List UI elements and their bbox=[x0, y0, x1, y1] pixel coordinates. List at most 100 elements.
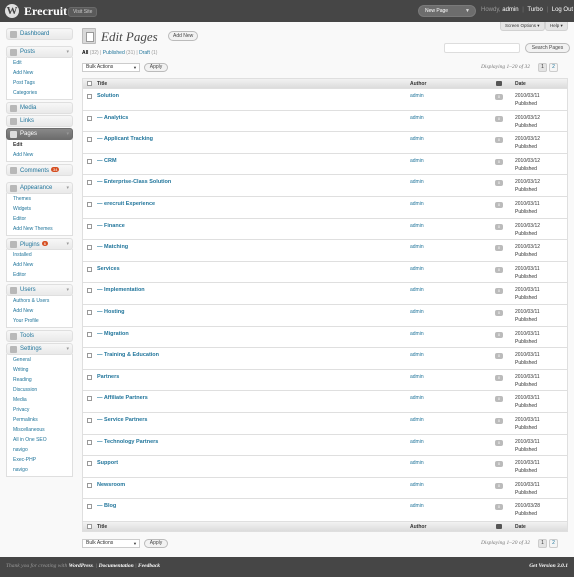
row-checkbox[interactable] bbox=[87, 115, 92, 121]
comment-count-bubble-icon[interactable]: 0 bbox=[495, 137, 503, 144]
submenu-item-exec-php[interactable]: Exec-PHP bbox=[7, 455, 72, 465]
menu-settings[interactable]: Settings ▾ bbox=[6, 343, 73, 355]
submenu-item-add-new-plugin[interactable]: Add New bbox=[7, 260, 72, 270]
comment-count-bubble-icon[interactable]: 0 bbox=[495, 374, 503, 381]
author-link[interactable]: admin bbox=[410, 374, 424, 380]
logout-link[interactable]: Log Out bbox=[552, 7, 573, 13]
row-checkbox[interactable] bbox=[87, 266, 92, 272]
author-link[interactable]: admin bbox=[410, 244, 424, 250]
comment-count-bubble-icon[interactable]: 0 bbox=[495, 201, 503, 208]
footer-version[interactable]: Get Version 3.0.1 bbox=[529, 563, 568, 569]
documentation-link[interactable]: Documentation bbox=[99, 563, 134, 569]
user-profile-link[interactable]: admin bbox=[502, 7, 518, 13]
comment-count-bubble-icon[interactable]: 0 bbox=[495, 309, 503, 316]
chevron-down-icon[interactable]: ▾ bbox=[66, 49, 69, 55]
visit-site-button[interactable]: Visit Site bbox=[68, 7, 98, 17]
submenu-item-media-settings[interactable]: Media bbox=[7, 395, 72, 405]
wordpress-link[interactable]: WordPress bbox=[69, 563, 93, 569]
menu-links[interactable]: Links bbox=[6, 115, 73, 127]
submenu-item-editor[interactable]: Editor bbox=[7, 214, 72, 224]
author-link[interactable]: admin bbox=[410, 93, 424, 99]
chevron-down-icon[interactable]: ▾ bbox=[66, 241, 69, 247]
submenu-item-reading[interactable]: Reading bbox=[7, 375, 72, 385]
row-checkbox[interactable] bbox=[87, 374, 92, 380]
comment-count-bubble-icon[interactable]: 0 bbox=[495, 504, 503, 511]
submenu-item-general[interactable]: General bbox=[7, 355, 72, 365]
submenu-item-edit-posts[interactable]: Edit bbox=[7, 58, 72, 68]
select-all-checkbox[interactable] bbox=[87, 523, 92, 529]
menu-posts[interactable]: Posts ▾ bbox=[6, 46, 73, 58]
page-title-link[interactable]: — erecruit Experience bbox=[97, 201, 155, 207]
apply-button[interactable]: Apply bbox=[144, 539, 168, 548]
submenu-item-widgets[interactable]: Widgets bbox=[7, 204, 72, 214]
author-link[interactable]: admin bbox=[410, 115, 424, 121]
row-checkbox[interactable] bbox=[87, 309, 92, 315]
submenu-item-navigo-2[interactable]: navigo bbox=[7, 465, 72, 475]
row-checkbox[interactable] bbox=[87, 331, 92, 337]
comment-count-bubble-icon[interactable]: 0 bbox=[495, 353, 503, 360]
chevron-down-icon[interactable]: ▾ bbox=[66, 131, 69, 137]
submenu-item-authors-users[interactable]: Authors & Users bbox=[7, 296, 72, 306]
author-link[interactable]: admin bbox=[410, 352, 424, 358]
column-title[interactable]: Title bbox=[97, 81, 107, 87]
bulk-actions-select[interactable]: Bulk Actions ▼ bbox=[82, 539, 140, 548]
author-link[interactable]: admin bbox=[410, 439, 424, 445]
turbo-link[interactable]: Turbo bbox=[527, 7, 542, 13]
page-title-link[interactable]: Services bbox=[97, 266, 120, 272]
column-date[interactable]: Date bbox=[515, 524, 526, 530]
filter-published[interactable]: Published bbox=[103, 50, 125, 56]
submenu-item-add-new-page[interactable]: Add New bbox=[7, 150, 72, 160]
row-checkbox[interactable] bbox=[87, 396, 92, 402]
row-checkbox[interactable] bbox=[87, 180, 92, 186]
comment-count-bubble-icon[interactable]: 0 bbox=[495, 417, 503, 424]
apply-button[interactable]: Apply bbox=[144, 63, 168, 72]
author-link[interactable]: admin bbox=[410, 395, 424, 401]
column-date[interactable]: Date bbox=[515, 81, 526, 87]
author-link[interactable]: admin bbox=[410, 460, 424, 466]
author-link[interactable]: admin bbox=[410, 309, 424, 315]
submenu-item-themes[interactable]: Themes bbox=[7, 194, 72, 204]
chevron-down-icon[interactable]: ▾ bbox=[66, 346, 69, 352]
page-title-link[interactable]: Solution bbox=[97, 93, 119, 99]
page-title-link[interactable]: — Applicant Tracking bbox=[97, 136, 153, 142]
author-link[interactable]: admin bbox=[410, 482, 424, 488]
author-link[interactable]: admin bbox=[410, 331, 424, 337]
submenu-item-discussion[interactable]: Discussion bbox=[7, 385, 72, 395]
submenu-item-miscellaneous[interactable]: Miscellaneous bbox=[7, 425, 72, 435]
page-title-link[interactable]: — Matching bbox=[97, 244, 128, 250]
submenu-item-categories[interactable]: Categories bbox=[7, 88, 72, 98]
author-link[interactable]: admin bbox=[410, 223, 424, 229]
author-link[interactable]: admin bbox=[410, 136, 424, 142]
filter-draft[interactable]: Draft bbox=[139, 50, 150, 56]
submenu-item-add-new-post[interactable]: Add New bbox=[7, 68, 72, 78]
feedback-link[interactable]: Feedback bbox=[138, 563, 160, 569]
page-title-link[interactable]: — Training & Education bbox=[97, 352, 159, 358]
comment-count-bubble-icon[interactable]: 0 bbox=[495, 266, 503, 273]
menu-plugins[interactable]: Plugins 6 ▾ bbox=[6, 238, 73, 250]
search-input[interactable] bbox=[444, 43, 520, 53]
submenu-item-add-new-themes[interactable]: Add New Themes bbox=[7, 224, 72, 234]
comment-count-bubble-icon[interactable]: 0 bbox=[495, 223, 503, 230]
favorite-actions-dropdown[interactable]: New Page ▼ bbox=[418, 5, 476, 17]
comment-count-bubble-icon[interactable]: 0 bbox=[495, 115, 503, 122]
comment-count-bubble-icon[interactable]: 0 bbox=[495, 461, 503, 468]
author-link[interactable]: admin bbox=[410, 266, 424, 272]
comment-count-bubble-icon[interactable]: 0 bbox=[495, 331, 503, 338]
submenu-item-writing[interactable]: Writing bbox=[7, 365, 72, 375]
comment-count-bubble-icon[interactable]: 0 bbox=[495, 94, 503, 100]
comment-count-bubble-icon[interactable]: 0 bbox=[495, 180, 503, 187]
comment-count-bubble-icon[interactable]: 0 bbox=[495, 439, 503, 446]
submenu-item-all-in-one-seo[interactable]: All in One SEO bbox=[7, 435, 72, 445]
site-title[interactable]: Erecruit bbox=[24, 4, 67, 18]
row-checkbox[interactable] bbox=[87, 504, 92, 510]
menu-media[interactable]: Media bbox=[6, 102, 73, 114]
submenu-item-your-profile[interactable]: Your Profile bbox=[7, 316, 72, 326]
page-title-link[interactable]: — Finance bbox=[97, 223, 125, 229]
filter-all[interactable]: All bbox=[82, 50, 88, 56]
chevron-down-icon[interactable]: ▾ bbox=[66, 287, 69, 293]
page-title-link[interactable]: Newsroom bbox=[97, 482, 125, 488]
comment-count-bubble-icon[interactable]: 0 bbox=[495, 158, 503, 165]
author-link[interactable]: admin bbox=[410, 201, 424, 207]
menu-dashboard[interactable]: Dashboard bbox=[6, 28, 73, 40]
page-number-link[interactable]: 2 bbox=[549, 63, 558, 72]
